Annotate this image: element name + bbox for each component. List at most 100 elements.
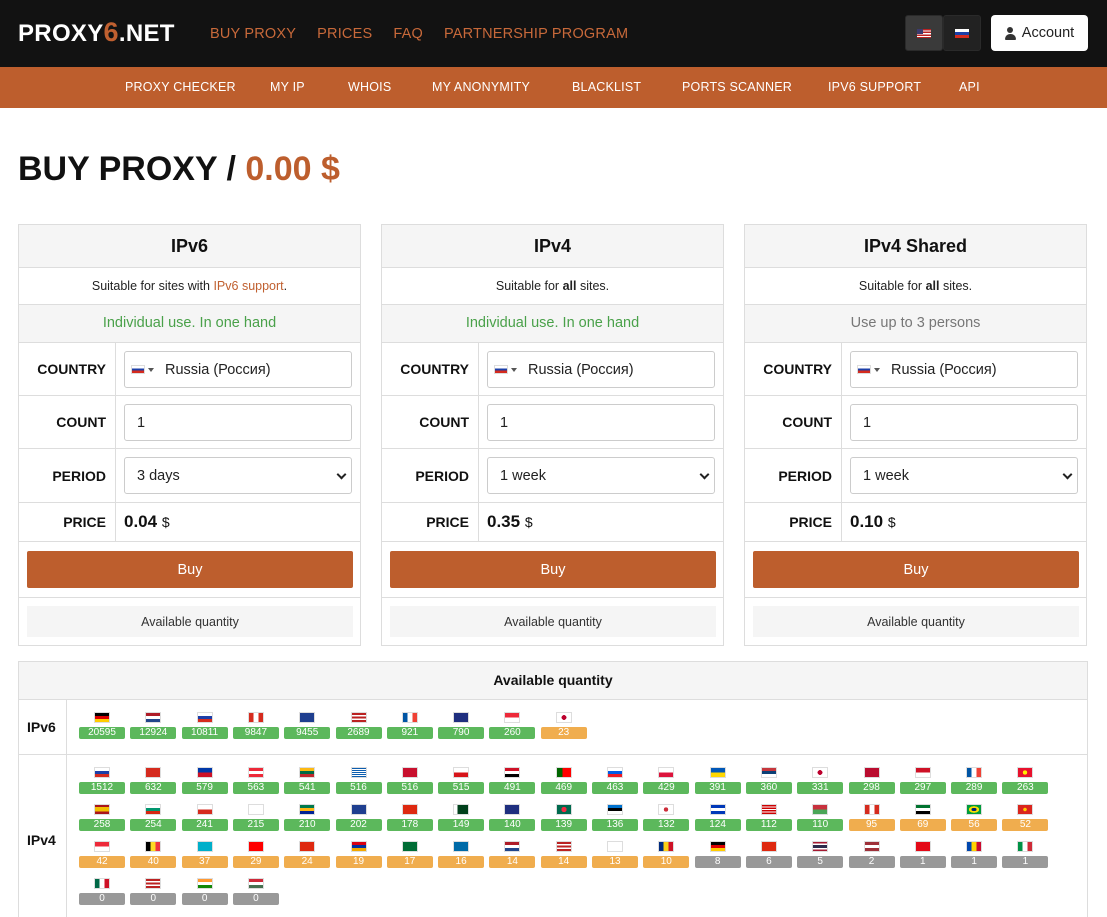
availability-chip-lt[interactable]: 541 (284, 767, 331, 798)
availability-chip-in[interactable]: 0 (181, 878, 228, 909)
availability-chip-tw[interactable]: 29 (232, 841, 279, 872)
availability-chip-sg[interactable]: 260 (489, 712, 536, 743)
availability-chip-hk[interactable]: 24 (284, 841, 331, 872)
availability-chip-nl[interactable]: 14 (489, 841, 536, 872)
availability-chip-ph[interactable]: 579 (181, 767, 228, 798)
account-button[interactable]: Account (991, 15, 1088, 51)
availability-chip-be[interactable]: 40 (130, 841, 177, 872)
subnav-my-ip[interactable]: MY IP (270, 80, 305, 94)
availability-chip-il[interactable]: 124 (694, 804, 741, 835)
country-select[interactable]: Russia (Россия) (850, 351, 1078, 388)
nav-buy-proxy[interactable]: BUY PROXY (210, 26, 296, 42)
availability-chip-pl[interactable]: 429 (643, 767, 690, 798)
count-input[interactable]: 1 (124, 404, 352, 441)
availability-chip-fr[interactable]: 289 (951, 767, 998, 798)
availability-chip-it[interactable]: 1 (1002, 841, 1049, 872)
availability-chip-au[interactable]: 790 (438, 712, 485, 743)
nav-prices[interactable]: PRICES (317, 26, 372, 42)
availability-chip-de[interactable]: 8 (694, 841, 741, 872)
count-input[interactable]: 1 (850, 404, 1078, 441)
subnav-ports-scanner[interactable]: PORTS SCANNER (682, 80, 792, 94)
availability-chip-mx[interactable]: 0 (79, 878, 125, 909)
availability-chip-my[interactable]: 112 (745, 804, 792, 835)
buy-button[interactable]: Buy (27, 551, 353, 588)
availability-chip-pt[interactable]: 469 (540, 767, 587, 798)
subnav-whois[interactable]: WHOIS (348, 80, 391, 94)
availability-chip-cy[interactable]: 13 (592, 841, 638, 872)
availability-chip-by[interactable]: 110 (797, 804, 844, 835)
availability-chip-jp[interactable]: 331 (797, 767, 844, 798)
availability-chip-kg[interactable]: 263 (1002, 767, 1049, 798)
availability-chip-es[interactable]: 258 (79, 804, 125, 835)
availability-chip-ru[interactable]: 10811 (181, 712, 228, 743)
availability-chip-hu[interactable]: 0 (232, 878, 279, 909)
availability-chip-ca[interactable]: 95 (848, 804, 895, 835)
subnav-my-anonymity[interactable]: MY ANONYMITY (432, 80, 530, 94)
availability-chip-tr[interactable]: 1 (899, 841, 946, 872)
availability-chip-ee[interactable]: 136 (592, 804, 638, 835)
availability-chip-nl[interactable]: 12924 (130, 712, 177, 743)
availability-chip-md[interactable]: 1 (951, 841, 998, 872)
site-logo[interactable]: PROXY6.NET (18, 17, 175, 48)
availability-chip-fi[interactable]: 215 (232, 804, 279, 835)
availability-chip-at[interactable]: 563 (232, 767, 279, 798)
country-flag-dropdown[interactable] (851, 353, 885, 386)
country-select[interactable]: Russia (Россия) (124, 351, 352, 388)
ipv6-support-link[interactable]: IPv6 support (213, 279, 283, 293)
period-select[interactable]: 3 days (124, 457, 352, 494)
availability-chip-cz[interactable]: 515 (438, 767, 485, 798)
availability-chip-br[interactable]: 56 (951, 804, 998, 835)
period-select[interactable]: 1 week (487, 457, 715, 494)
buy-button[interactable]: Buy (753, 551, 1079, 588)
availability-chip-sg[interactable]: 42 (79, 841, 125, 872)
availability-chip-us[interactable]: 2689 (335, 712, 382, 743)
availability-chip-za[interactable]: 210 (284, 804, 331, 835)
availability-chip-de[interactable]: 20595 (79, 712, 125, 743)
available-quantity-button[interactable]: Available quantity (27, 606, 353, 637)
subnav-blacklist[interactable]: BLACKLIST (572, 80, 641, 94)
availability-chip-au[interactable]: 140 (489, 804, 536, 835)
availability-chip-id[interactable]: 297 (899, 767, 946, 798)
available-quantity-button[interactable]: Available quantity (753, 606, 1079, 637)
availability-chip-se[interactable]: 16 (438, 841, 485, 872)
period-select[interactable]: 1 week (850, 457, 1078, 494)
nav-partnership[interactable]: PARTNERSHIP PROGRAM (444, 26, 628, 42)
available-quantity-button[interactable]: Available quantity (390, 606, 716, 637)
subnav-proxy-checker[interactable]: PROXY CHECKER (125, 80, 236, 94)
availability-chip-kz[interactable]: 37 (181, 841, 228, 872)
availability-chip-si[interactable]: 463 (592, 767, 638, 798)
country-flag-dropdown[interactable] (488, 353, 522, 386)
availability-chip-ae[interactable]: 69 (899, 804, 946, 835)
buy-button[interactable]: Buy (390, 551, 716, 588)
count-input[interactable]: 1 (487, 404, 715, 441)
availability-chip-us[interactable]: 0 (130, 878, 177, 909)
availability-chip-cl[interactable]: 241 (181, 804, 228, 835)
availability-chip-cn[interactable]: 6 (745, 841, 792, 872)
availability-chip-gb[interactable]: 9455 (284, 712, 331, 743)
availability-chip-ch[interactable]: 632 (130, 767, 177, 798)
availability-chip-bd[interactable]: 139 (540, 804, 587, 835)
availability-chip-ru[interactable]: 1512 (79, 767, 125, 798)
availability-chip-jp[interactable]: 23 (540, 712, 587, 743)
availability-chip-ua[interactable]: 391 (694, 767, 741, 798)
availability-chip-gb[interactable]: 202 (335, 804, 382, 835)
lang-russian-button[interactable] (943, 15, 981, 51)
availability-chip-no[interactable]: 298 (848, 767, 895, 798)
lang-english-button[interactable] (905, 15, 943, 51)
availability-chip-lv[interactable]: 2 (848, 841, 895, 872)
availability-chip-th[interactable]: 5 (797, 841, 844, 872)
availability-chip-ca[interactable]: 9847 (232, 712, 279, 743)
availability-chip-kr[interactable]: 132 (643, 804, 690, 835)
availability-chip-sa[interactable]: 17 (386, 841, 433, 872)
availability-chip-ro[interactable]: 10 (643, 841, 690, 872)
subnav-api[interactable]: API (959, 80, 980, 94)
availability-chip-us[interactable]: 14 (540, 841, 587, 872)
subnav-ipv6-support[interactable]: IPV6 SUPPORT (828, 80, 921, 94)
availability-chip-fr[interactable]: 921 (386, 712, 433, 743)
availability-chip-am[interactable]: 19 (335, 841, 382, 872)
availability-chip-eg[interactable]: 491 (489, 767, 536, 798)
availability-chip-gr[interactable]: 516 (335, 767, 382, 798)
availability-chip-cn[interactable]: 178 (386, 804, 433, 835)
country-select[interactable]: Russia (Россия) (487, 351, 715, 388)
availability-chip-bg[interactable]: 254 (130, 804, 177, 835)
